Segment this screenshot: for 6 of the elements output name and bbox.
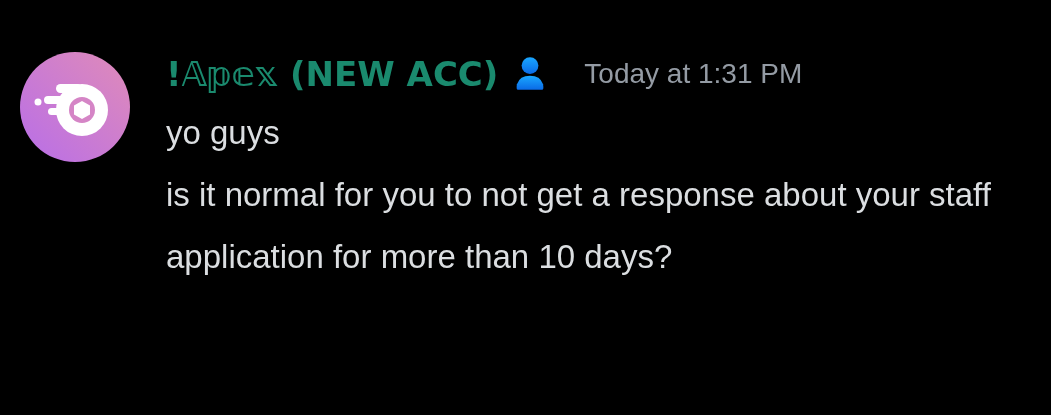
message-text: is it normal for you to not get a response about your staff application for more than 10 days? xyxy=(166,175,992,277)
avatar-icon[interactable] xyxy=(20,52,130,162)
person-icon xyxy=(516,56,545,92)
message-text: yo guys xyxy=(166,113,281,153)
timestamp: Today at 1:31 PM xyxy=(584,58,803,90)
username[interactable]: !𝔸𝕡𝕖𝕩 (NEW ACC) xyxy=(166,54,499,94)
